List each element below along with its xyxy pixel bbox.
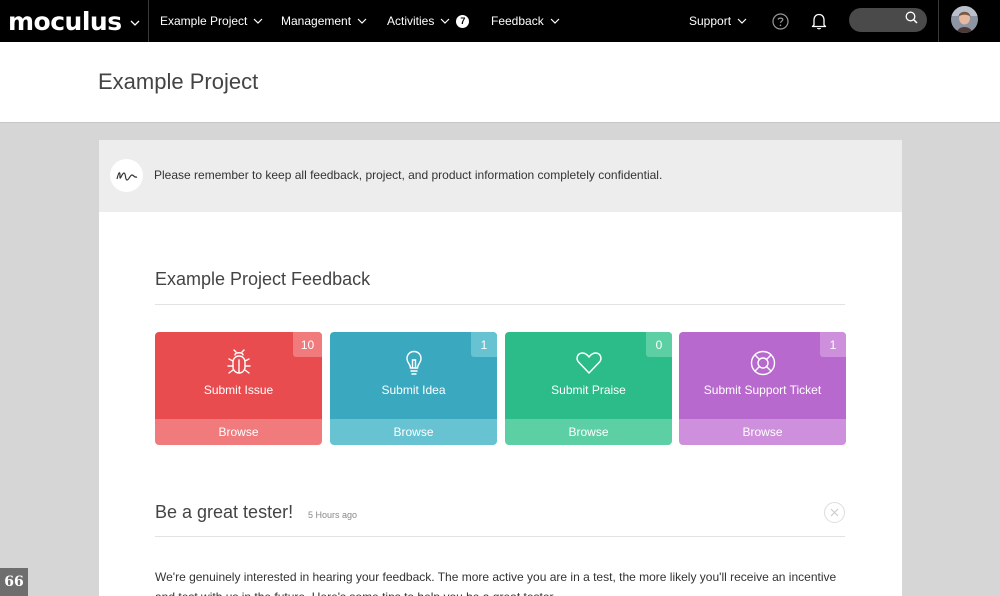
submit-idea-tile[interactable]: 1 Submit Idea Browse [330, 332, 497, 445]
post-body: We're genuinely interested in hearing yo… [155, 570, 837, 596]
divider [155, 304, 845, 305]
page-header: Example Project [0, 42, 1000, 123]
close-icon[interactable] [824, 502, 845, 523]
issue-count-badge: 10 [293, 332, 322, 357]
tile-label: Submit Praise [551, 383, 626, 397]
tile-label: Submit Support Ticket [703, 383, 822, 397]
nav-divider [148, 0, 149, 42]
submit-praise-tile[interactable]: 0 Submit Praise Browse [505, 332, 672, 445]
nav-item-management[interactable]: Management [281, 0, 367, 42]
submit-issue-tile[interactable]: 10 Submit Issue Browse [155, 332, 322, 445]
chevron-down-icon [357, 18, 367, 24]
bell-icon[interactable] [809, 11, 829, 31]
brand-menu[interactable]: moculus [8, 4, 140, 38]
page-title: Example Project [98, 69, 259, 94]
feedback-section-title: Example Project Feedback [155, 269, 371, 289]
browse-ideas-button[interactable]: Browse [330, 419, 497, 445]
nav-item-example-project[interactable]: Example Project [160, 0, 263, 42]
chevron-down-icon [253, 18, 263, 24]
heart-icon [574, 348, 604, 378]
tile-label: Submit Idea [381, 383, 446, 397]
quote-button[interactable]: 66 [0, 568, 28, 596]
submit-issue-button[interactable]: 10 Submit Issue [155, 332, 322, 419]
feedback-tiles: 10 Submit Issue Browse 1 Submit Idea Bro… [155, 332, 847, 445]
nav-item-label: Management [281, 14, 352, 28]
browse-issues-button[interactable]: Browse [155, 419, 322, 445]
chevron-down-icon [440, 18, 450, 24]
praise-count-badge: 0 [646, 332, 672, 357]
lifebuoy-icon [748, 348, 778, 378]
support-ticket-count-badge: 1 [820, 332, 846, 357]
chevron-down-icon [130, 14, 140, 32]
brand-logo: moculus [8, 6, 122, 36]
divider [155, 536, 845, 537]
browse-praise-button[interactable]: Browse [505, 419, 672, 445]
chevron-down-icon [550, 18, 560, 24]
nav-item-activities[interactable]: Activities 7 [387, 0, 470, 42]
submit-support-ticket-button[interactable]: 1 Submit Support Ticket [679, 332, 846, 419]
post-timestamp: 5 Hours ago [308, 510, 358, 520]
search-icon[interactable] [905, 11, 918, 29]
bug-icon [224, 348, 254, 378]
nav-item-label: Feedback [491, 14, 544, 28]
browse-support-tickets-button[interactable]: Browse [679, 419, 846, 445]
nav-item-feedback[interactable]: Feedback [491, 0, 560, 42]
chevron-down-icon [737, 18, 747, 24]
nav-item-label: Example Project [160, 14, 248, 28]
submit-praise-button[interactable]: 0 Submit Praise [505, 332, 672, 419]
top-navbar: moculus Example Project Management Activ… [0, 0, 1000, 42]
confidentiality-notice: Please remember to keep all feedback, pr… [99, 140, 902, 212]
avatar[interactable] [951, 6, 978, 33]
nav-item-label: Support [689, 14, 732, 28]
help-circle-icon[interactable] [770, 11, 790, 31]
nav-divider [938, 0, 939, 42]
idea-count-badge: 1 [471, 332, 497, 357]
nav-item-label: Activities [387, 14, 435, 28]
activities-count-badge: 7 [456, 14, 470, 28]
nav-item-support[interactable]: Support [689, 0, 747, 42]
lightbulb-icon [399, 348, 429, 378]
submit-support-ticket-tile[interactable]: 1 Submit Support Ticket Browse [679, 332, 846, 445]
search-input[interactable] [849, 8, 927, 32]
main-card: Please remember to keep all feedback, pr… [99, 140, 902, 596]
post-title: Be a great tester! [155, 502, 294, 522]
notice-text: Please remember to keep all feedback, pr… [154, 168, 663, 182]
tile-label: Submit Issue [203, 383, 274, 397]
signature-logo-icon [110, 159, 143, 192]
submit-idea-button[interactable]: 1 Submit Idea [330, 332, 497, 419]
